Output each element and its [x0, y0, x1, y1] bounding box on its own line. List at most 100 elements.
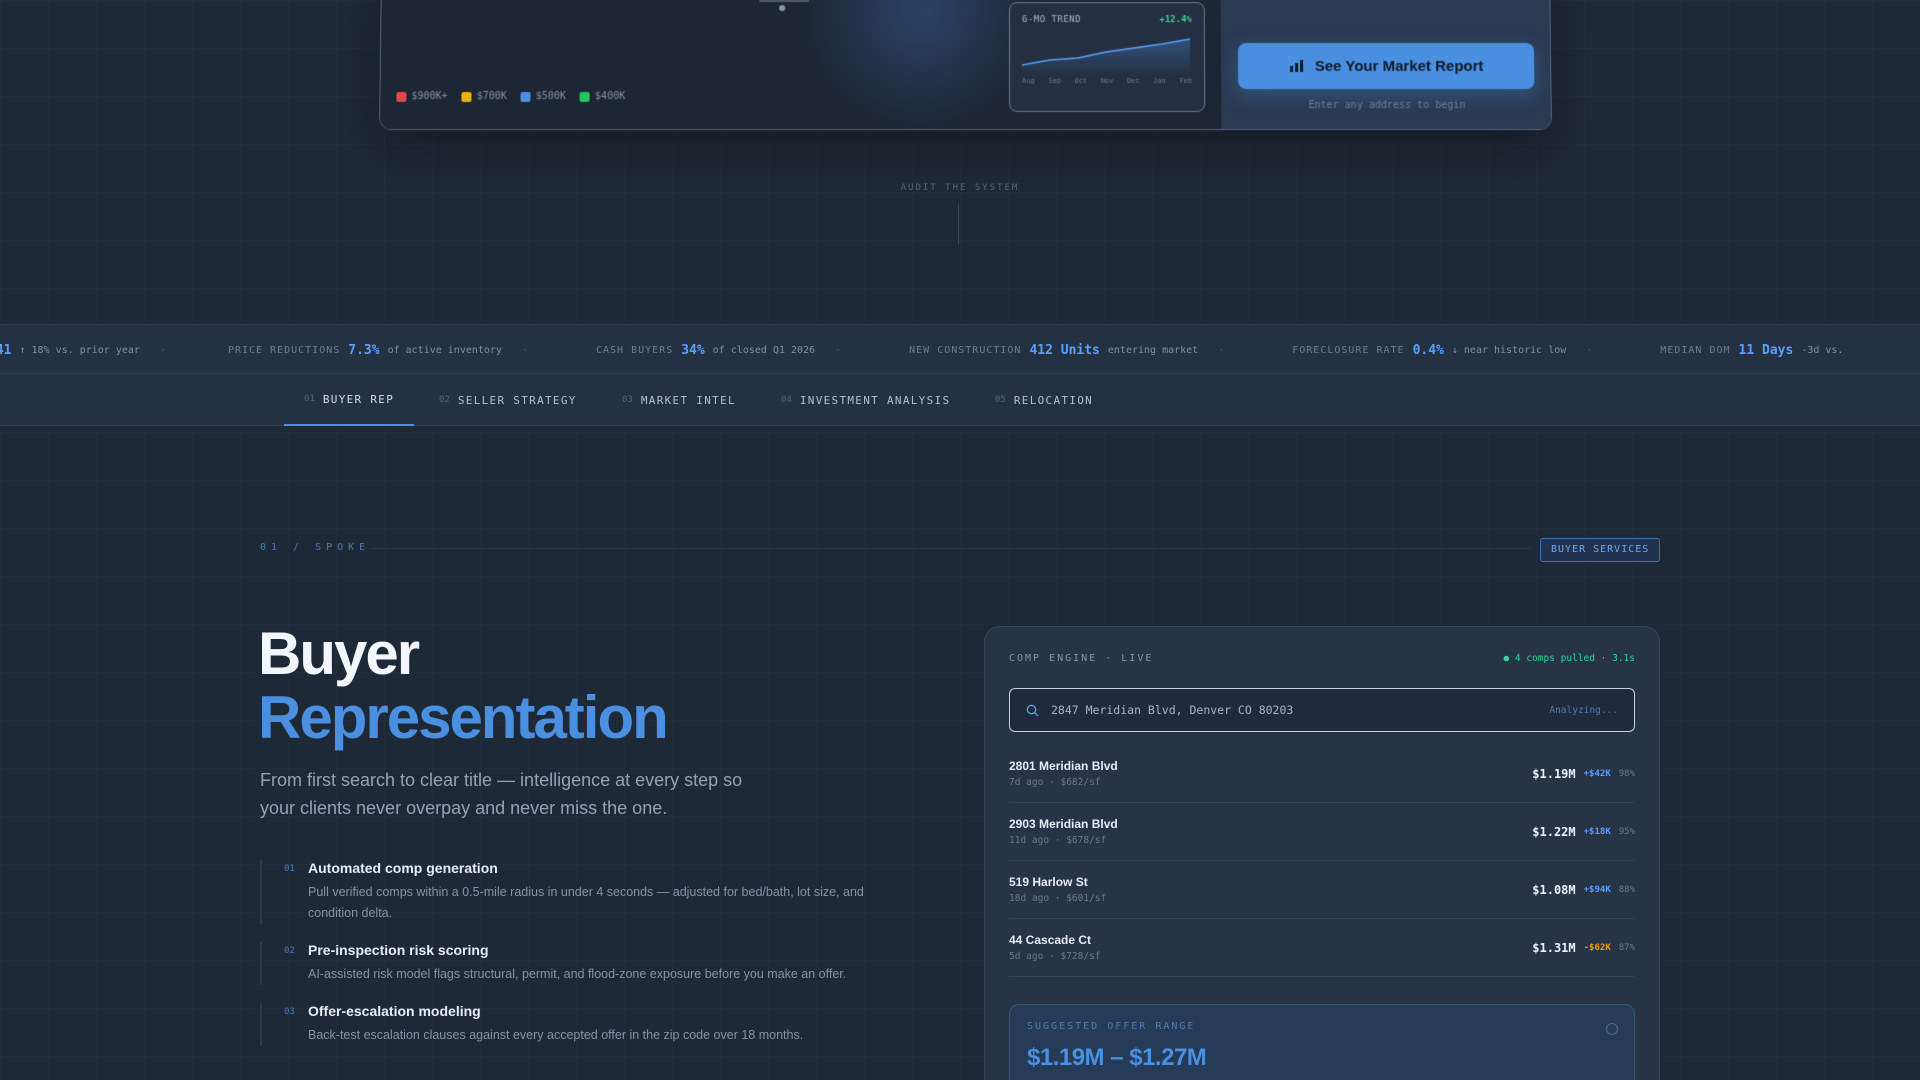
- comp-engine-card: COMP ENGINE · LIVE ● 4 comps pulled · 3.…: [984, 626, 1660, 1080]
- offer-range: $1.19M – $1.27M: [1027, 1044, 1207, 1071]
- tab-label: INVESTMENT ANALYSIS: [799, 393, 951, 407]
- ticker-note: entering market: [1107, 344, 1199, 356]
- ticker-note: of active inventory: [387, 344, 502, 356]
- feature-item: 03 Offer-escalation modeling Back-test e…: [260, 1003, 900, 1046]
- offer-label: SUGGESTED OFFER RANGE: [1027, 1021, 1196, 1032]
- ticker-value: 7.3%: [348, 342, 380, 358]
- tab-label: MARKET INTEL: [640, 393, 736, 407]
- comp-delta: +$18K: [1583, 826, 1611, 837]
- feature-item: 02 Pre-inspection risk scoring AI-assist…: [260, 942, 900, 985]
- tab-market-intel[interactable]: 03 MARKET INTEL: [602, 374, 756, 426]
- comp-address: 2801 Meridian Blvd: [1009, 759, 1118, 773]
- feature-title: Automated comp generation: [308, 860, 498, 876]
- legend-label: $700K: [476, 90, 507, 102]
- ticker-note: ↓ near historic low: [1451, 344, 1567, 356]
- ticker-item: NEW CONSTRUCTION 412 Units entering mark…: [909, 343, 1224, 358]
- title-line-1: Buyer: [258, 620, 420, 687]
- comp-confidence: 87%: [1618, 942, 1635, 953]
- trend-month: Aug: [1022, 76, 1035, 85]
- trend-month: Feb: [1179, 76, 1193, 85]
- feature-title: Offer-escalation modeling: [308, 1003, 481, 1019]
- ticker-item: CASH BUYERS 34% of closed Q1 2026 ·: [596, 343, 841, 358]
- report-cta-panel: See Your Market Report Enter any address…: [1220, 0, 1553, 131]
- legend-label: $500K: [535, 90, 566, 102]
- ticker-item: FORECLOSURE RATE 0.4% ↓ near historic lo…: [1292, 343, 1592, 358]
- comp-address: 519 Harlow St: [1009, 875, 1088, 889]
- comp-list: 2801 Meridian Blvd 7d ago · $682/sf $1.1…: [1009, 745, 1635, 977]
- feature-description: Back-test escalation clauses against eve…: [308, 1028, 804, 1042]
- legend-swatch: [579, 91, 591, 102]
- comp-row[interactable]: 2903 Meridian Blvd 11d ago · $678/sf $1.…: [1009, 803, 1635, 861]
- comp-row[interactable]: 519 Harlow St 18d ago · $601/sf $1.08M +…: [1009, 861, 1635, 919]
- comp-confidence: 88%: [1618, 884, 1635, 895]
- trend-title: 6-MO TREND: [1021, 15, 1082, 26]
- comp-meta: 11d ago · $678/sf: [1009, 835, 1107, 846]
- comp-address: 44 Cascade Ct: [1009, 933, 1092, 947]
- ticker-label: MEDIAN DOM: [1660, 344, 1731, 356]
- comp-price: $1.22M: [1532, 824, 1576, 839]
- trend-change: +12.4%: [1159, 15, 1192, 26]
- comp-engine-header: COMP ENGINE · LIVE ● 4 comps pulled · 3.…: [1009, 653, 1635, 664]
- map-handle: [759, 0, 810, 3]
- legend-item: $500K: [520, 90, 566, 102]
- tab-number: 02: [439, 395, 450, 405]
- trend-months: Aug Sep Oct Nov Dec Jan Feb: [1022, 77, 1192, 85]
- legend-label: $400K: [594, 90, 626, 102]
- tab-relocation[interactable]: 05 RELOCATION: [975, 374, 1113, 426]
- bar-chart-icon: [1289, 59, 1303, 72]
- legend-item: $900K+: [396, 90, 448, 102]
- ticker-label: PRICE REDUCTIONS: [227, 344, 341, 356]
- comp-meta: 7d ago · $682/sf: [1009, 777, 1101, 788]
- tab-label: RELOCATION: [1013, 393, 1094, 407]
- audit-label: AUDIT THE SYSTEM: [900, 183, 1020, 193]
- tab-investment-analysis[interactable]: 04 INVESTMENT ANALYSIS: [761, 374, 970, 426]
- tab-number: 01: [304, 394, 315, 404]
- tab-seller-strategy[interactable]: 02 SELLER STRATEGY: [419, 374, 597, 426]
- feature-description: Pull verified comps within a 0.5-mile ra…: [308, 885, 864, 920]
- comp-delta: -$62K: [1583, 942, 1611, 953]
- comp-row[interactable]: 44 Cascade Ct 5d ago · $728/sf $1.31M -$…: [1009, 919, 1635, 977]
- feature-number: 02: [284, 946, 295, 956]
- legend-swatch: [396, 91, 407, 102]
- comp-confidence: 95%: [1618, 826, 1635, 837]
- ticker-value: 11 Days: [1738, 342, 1794, 358]
- ticker-value: 34%: [681, 342, 705, 358]
- feature-number: 03: [284, 1007, 295, 1017]
- address-search: Analyzing...: [1009, 688, 1635, 732]
- page-subtitle: From first search to clear title — intel…: [260, 770, 743, 818]
- search-icon: [1026, 704, 1039, 716]
- ticker-value: 412 Units: [1029, 342, 1100, 358]
- ticker-label: CASH BUYERS: [596, 344, 674, 356]
- ticker-separator: ·: [1218, 344, 1225, 356]
- audit-divider: [958, 204, 959, 244]
- see-market-report-label: See Your Market Report: [1314, 57, 1484, 75]
- buyer-services-badge: BUYER SERVICES: [1540, 538, 1661, 562]
- ticker-note: -3d vs.: [1801, 344, 1844, 356]
- ticker-item: PRICE REDUCTIONS 7.3% of active inventor…: [228, 343, 528, 358]
- trend-month: Jan: [1153, 76, 1166, 85]
- comp-row[interactable]: 2801 Meridian Blvd 7d ago · $682/sf $1.1…: [1009, 745, 1635, 803]
- info-icon[interactable]: [1606, 1023, 1618, 1035]
- price-heatmap: $900K+ $700K $500K $400K 6-MO TREND +12.…: [379, 0, 1222, 131]
- section-eyebrow: 01 / SPOKE: [260, 542, 371, 553]
- feature-description: AI-assisted risk model flags structural,…: [308, 967, 847, 981]
- title-line-2: Representation: [258, 684, 669, 751]
- feature-list: 01 Automated comp generation Pull verifi…: [260, 860, 900, 1064]
- ticker-item: MEDIAN DOM 11 Days -3d vs.: [1660, 343, 1843, 358]
- address-search-input[interactable]: [1051, 703, 1538, 717]
- ticker-separator: ·: [835, 344, 842, 356]
- tab-number: 05: [995, 395, 1006, 405]
- comp-confidence: 98%: [1618, 768, 1635, 779]
- ticker-separator: ·: [1586, 344, 1593, 356]
- legend-item: $700K: [461, 90, 507, 102]
- tab-buyer-rep[interactable]: 01 BUYER REP: [284, 374, 415, 426]
- tab-label: BUYER REP: [322, 392, 395, 406]
- legend-label: $900K+: [411, 90, 448, 102]
- see-market-report-button[interactable]: See Your Market Report: [1237, 43, 1535, 89]
- tab-number: 03: [622, 395, 633, 405]
- page-title: Buyer Representation: [258, 620, 669, 751]
- comp-delta: +$94K: [1583, 884, 1611, 895]
- ticker-track: 041 ↑ 18% vs. prior year · PRICE REDUCTI…: [0, 325, 1865, 373]
- trend-month: Sep: [1048, 76, 1061, 85]
- suggested-offer-panel: SUGGESTED OFFER RANGE $1.19M – $1.27M: [1009, 1004, 1635, 1080]
